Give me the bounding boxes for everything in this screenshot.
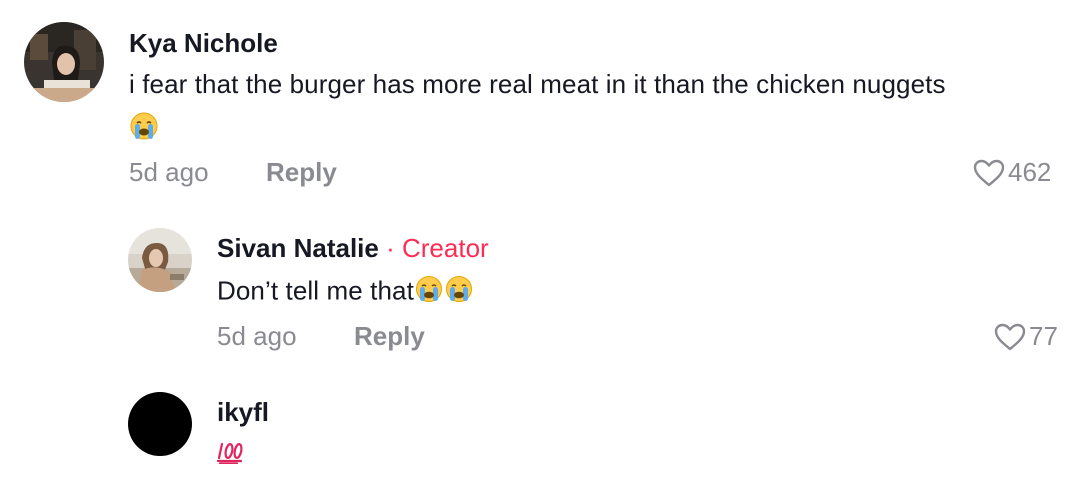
- reply-username: Sivan Natalie · Creator: [217, 233, 489, 264]
- reply-time: 5d ago: [217, 321, 297, 351]
- reply-item: ikyfl: [0, 370, 1078, 478]
- comment-text: i fear that the burger has more real mea…: [129, 69, 946, 99]
- reply-username[interactable]: ikyfl: [217, 397, 269, 428]
- crying-face-emoji: [415, 275, 473, 310]
- like-button[interactable]: 77: [993, 321, 1058, 352]
- hundred-points-emoji: [216, 440, 245, 465]
- reply-text-content: Don’t tell me that: [217, 275, 414, 306]
- heart-outline-icon: [973, 159, 1005, 186]
- heart-outline-icon: [994, 323, 1026, 350]
- creator-badge: Creator: [402, 233, 489, 263]
- comment-item: Kya Nichole i fear that the burger has m…: [0, 0, 1078, 200]
- avatar[interactable]: [128, 228, 192, 292]
- reply-username-text[interactable]: Sivan Natalie: [217, 233, 379, 263]
- reply-text: Don’t tell me that: [217, 275, 473, 310]
- like-button[interactable]: 462: [972, 157, 1051, 188]
- avatar[interactable]: [128, 392, 192, 456]
- comment-time: 5d ago: [129, 157, 209, 187]
- reply-button[interactable]: Reply: [354, 321, 425, 352]
- reply-item: Sivan Natalie · Creator Don’t tell me th…: [0, 200, 1078, 370]
- crying-face-emoji: [129, 111, 159, 141]
- like-count: 77: [1029, 321, 1058, 351]
- creator-separator: ·: [386, 233, 395, 263]
- reply-button[interactable]: Reply: [266, 157, 337, 188]
- avatar[interactable]: [24, 22, 104, 102]
- comment-username[interactable]: Kya Nichole: [129, 28, 278, 59]
- like-count: 462: [1008, 157, 1052, 187]
